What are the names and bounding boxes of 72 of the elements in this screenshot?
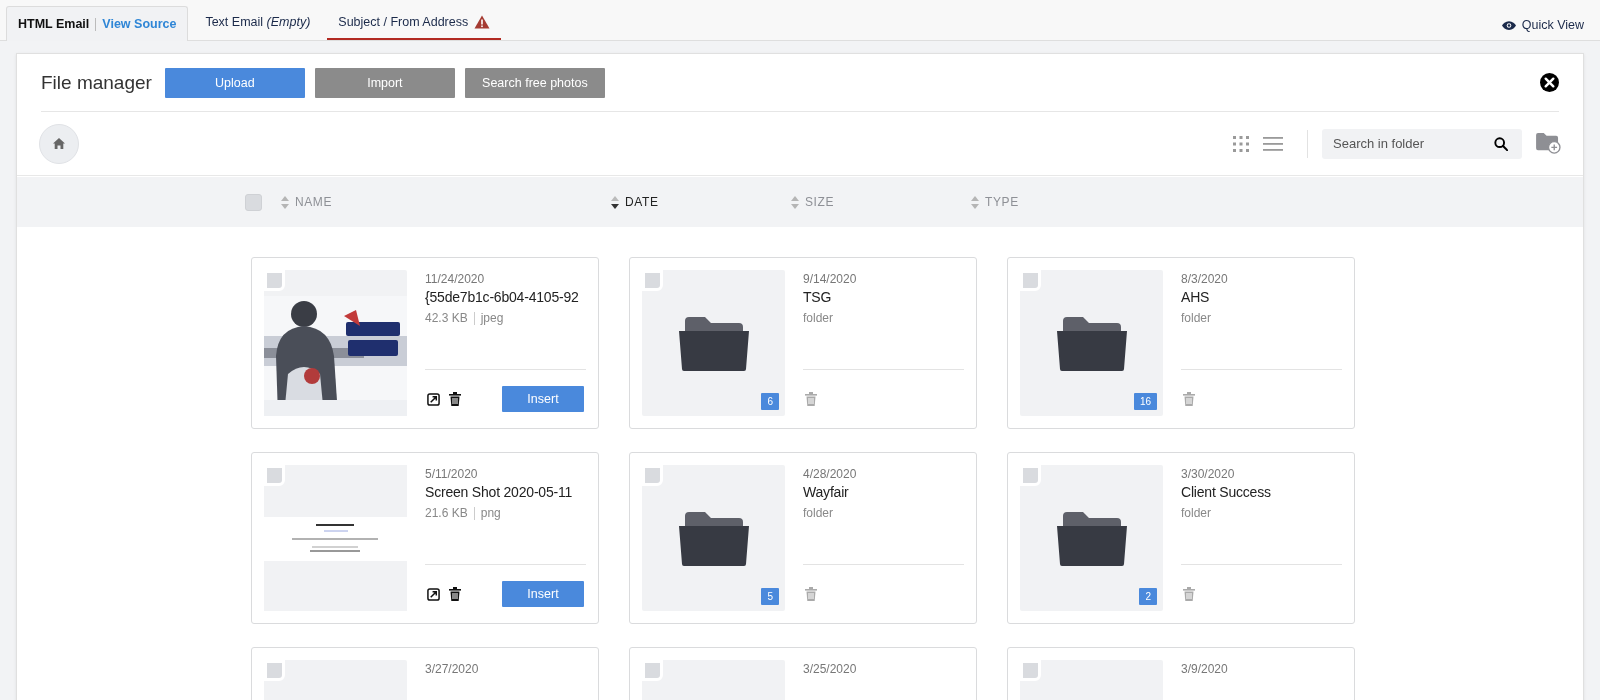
file-size: 21.6 KB	[425, 506, 468, 520]
import-button[interactable]: Import	[314, 67, 455, 98]
home-button[interactable]	[39, 123, 79, 164]
home-icon[interactable]	[53, 138, 65, 149]
warning-icon	[474, 15, 491, 29]
editor-tab[interactable]: Text Email (Empty)	[194, 6, 322, 40]
eye-icon	[1501, 20, 1516, 30]
folder-icon	[1056, 510, 1127, 566]
select-checkbox[interactable]	[264, 270, 285, 291]
file-date: 8/3/2020	[1181, 272, 1229, 286]
select-checkbox[interactable]	[642, 270, 663, 291]
grid-view-icon[interactable]	[1233, 135, 1249, 152]
panel-title: File manager	[41, 71, 152, 94]
open-external-icon[interactable]	[427, 587, 440, 601]
editor-tab[interactable]: HTML Email View Source	[6, 6, 189, 41]
file-type: folder	[803, 311, 835, 325]
file-type: folder	[1181, 311, 1213, 325]
new-folder-icon[interactable]	[1536, 133, 1561, 154]
folder-icon	[678, 510, 749, 566]
file-name: TSG	[803, 289, 833, 305]
file-date: 3/27/2020	[425, 662, 480, 676]
file-date: 5/11/2020	[425, 467, 479, 481]
view-source-link[interactable]: View Source	[102, 17, 177, 31]
sort-icon[interactable]	[611, 195, 619, 209]
close-icon[interactable]	[1540, 73, 1559, 92]
select-checkbox[interactable]	[1020, 465, 1041, 486]
file-name: AHS	[1181, 289, 1211, 305]
file-date: 9/14/2020	[803, 272, 858, 286]
file-type: png	[480, 506, 501, 520]
item-count-badge: 5	[761, 588, 779, 605]
open-external-icon[interactable]	[427, 392, 440, 406]
file-type: jpeg	[480, 311, 504, 325]
file-name: Client Success	[1181, 484, 1272, 500]
file-date: 3/25/2020	[803, 662, 858, 676]
select-checkbox[interactable]	[1020, 270, 1041, 291]
sort-column-header[interactable]: TYPE	[971, 195, 1131, 209]
item-count-badge: 6	[761, 393, 779, 410]
select-all-checkbox[interactable]	[245, 193, 262, 211]
file-size: 42.3 KB	[425, 311, 468, 325]
search-field[interactable]: Search in folder	[1322, 128, 1522, 159]
search-photos-button[interactable]: Search free photos	[464, 67, 605, 98]
file-name: Screen Shot 2020-05-11	[425, 484, 574, 500]
sort-column-header[interactable]: DATE	[611, 195, 791, 209]
file-type: folder	[803, 506, 835, 520]
search-icon[interactable]	[1494, 136, 1508, 151]
insert-button[interactable]: Insert	[502, 386, 584, 412]
item-count-badge: 16	[1133, 393, 1157, 410]
trash-icon[interactable]	[449, 392, 461, 406]
tab-label[interactable]: HTML Email	[18, 17, 90, 31]
upload-button[interactable]: Upload	[164, 67, 305, 98]
file-date: 3/9/2020	[1181, 662, 1229, 676]
file-date: 3/30/2020	[1181, 467, 1236, 481]
sort-column-header[interactable]: SIZE	[791, 195, 971, 209]
select-checkbox[interactable]	[264, 660, 285, 681]
list-view-icon[interactable]	[1263, 136, 1283, 151]
file-name: {55de7b1c-6b04-4105-92	[425, 289, 580, 305]
select-checkbox[interactable]	[1020, 660, 1041, 681]
file-type: folder	[1181, 506, 1213, 520]
item-count-badge: 2	[1139, 588, 1157, 605]
file-name: Wayfair	[803, 484, 850, 500]
file-date: 4/28/2020	[803, 467, 858, 481]
quick-view-link[interactable]: Quick View	[1501, 18, 1584, 32]
editor-tab[interactable]: Subject / From Address	[327, 6, 502, 40]
trash-icon[interactable]	[449, 587, 461, 601]
select-checkbox[interactable]	[264, 465, 285, 486]
insert-button[interactable]: Insert	[502, 581, 584, 607]
select-checkbox[interactable]	[642, 465, 663, 486]
select-checkbox[interactable]	[642, 660, 663, 681]
sort-column-header[interactable]: NAME	[281, 195, 611, 209]
file-date: 11/24/2020	[425, 272, 486, 286]
folder-icon	[678, 315, 749, 371]
folder-icon	[1056, 315, 1127, 371]
